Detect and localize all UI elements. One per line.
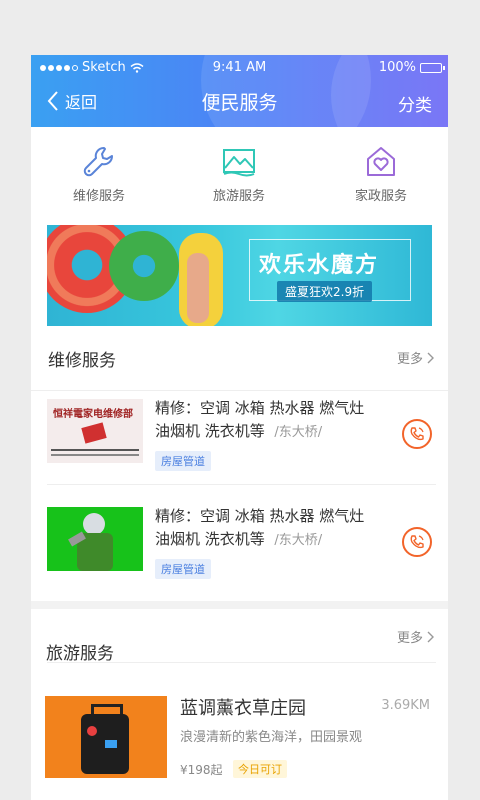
phone-icon <box>410 427 424 441</box>
item-location: /东大桥/ <box>274 425 323 440</box>
tour-section-header: 旅游服务 更多 <box>31 617 448 664</box>
chevron-right-icon <box>427 631 434 642</box>
tour-name: 蓝调薰衣草庄园 <box>180 698 306 719</box>
banner-subtitle: 盛夏狂欢2.9折 <box>277 281 373 302</box>
category-button[interactable]: 分类 <box>398 91 432 116</box>
service-repair-label: 维修服务 <box>72 189 125 204</box>
page-title: 便民服务 <box>201 92 278 114</box>
divider <box>47 662 436 663</box>
header: Sketch 9:41 AM 100% 返回 便民服务 分类 <box>31 55 448 127</box>
house-heart-icon <box>367 147 395 176</box>
more-button[interactable]: 更多 <box>397 627 434 646</box>
section-title: 维修服务 <box>48 351 116 371</box>
service-travel-label: 旅游服务 <box>212 189 265 204</box>
call-button[interactable] <box>402 419 432 449</box>
tour-item[interactable]: 蓝调薰衣草庄园 3.69KM 浪漫清新的紫色海洋，田园景观 ¥198起 今日可订 <box>31 692 448 782</box>
more-label: 更多 <box>396 352 423 367</box>
list-item[interactable]: 恒祥電家电维修部 精修：空调 冰箱 热水器 燃气灶 油烟机 洗衣机等 /东大桥/… <box>31 391 448 487</box>
call-button[interactable] <box>402 527 432 557</box>
nav-bar: 返回 便民服务 分类 <box>31 85 448 121</box>
wrench-icon <box>83 147 113 177</box>
item-desc-line2: 油烟机 洗衣机等 <box>155 422 265 440</box>
battery-icon <box>420 62 445 73</box>
service-housekeeping-label: 家政服务 <box>354 189 407 204</box>
app-screen: Sketch 9:41 AM 100% 返回 便民服务 分类 维修服务 旅游服务… <box>31 55 448 800</box>
item-desc-line1: 精修：空调 冰箱 热水器 燃气灶 <box>155 399 365 417</box>
repair-section-header: 维修服务 更多 <box>31 338 448 378</box>
service-housekeeping[interactable]: 家政服务 <box>321 143 441 204</box>
list-item[interactable]: 精修：空调 冰箱 热水器 燃气灶 油烟机 洗衣机等 /东大桥/ 房屋管道 <box>31 499 448 595</box>
availability-badge: 今日可订 <box>233 760 287 778</box>
item-desc-line1: 精修：空调 冰箱 热水器 燃气灶 <box>155 507 365 525</box>
item-location: /东大桥/ <box>274 533 323 548</box>
shop-thumbnail: 恒祥電家电维修部 <box>47 399 143 463</box>
mountain-icon <box>223 149 255 177</box>
category-tag: 房屋管道 <box>155 451 211 471</box>
suitcase-thumbnail <box>45 696 167 778</box>
item-desc-line2: 油烟机 洗衣机等 <box>155 530 265 548</box>
section-separator <box>31 601 448 609</box>
more-button[interactable]: 更多 <box>397 348 434 367</box>
tour-distance: 3.69KM <box>381 698 430 713</box>
worker-thumbnail <box>47 507 143 571</box>
tour-description: 浪漫清新的紫色海洋，田园景观 <box>180 730 363 745</box>
service-shortcuts: 维修服务 旅游服务 家政服务 <box>31 143 448 213</box>
battery-percent: 100% <box>378 60 416 75</box>
service-travel[interactable]: 旅游服务 <box>179 143 299 204</box>
chevron-right-icon <box>427 352 434 363</box>
service-repair[interactable]: 维修服务 <box>39 143 159 204</box>
divider <box>47 484 436 485</box>
banner-title: 欢乐水魔方 <box>259 253 380 278</box>
thumb-shop-text: 恒祥電家电维修部 <box>53 409 133 420</box>
category-tag: 房屋管道 <box>155 559 211 579</box>
phone-icon <box>410 535 424 549</box>
float-ring-image <box>109 231 179 301</box>
section-title: 旅游服务 <box>46 644 114 664</box>
promo-banner[interactable]: 欢乐水魔方 盛夏狂欢2.9折 <box>47 225 432 326</box>
status-bar: Sketch 9:41 AM 100% <box>31 55 448 81</box>
more-label: 更多 <box>396 631 423 646</box>
swimmer-image <box>187 253 209 323</box>
tour-price: ¥198起 <box>180 763 223 777</box>
